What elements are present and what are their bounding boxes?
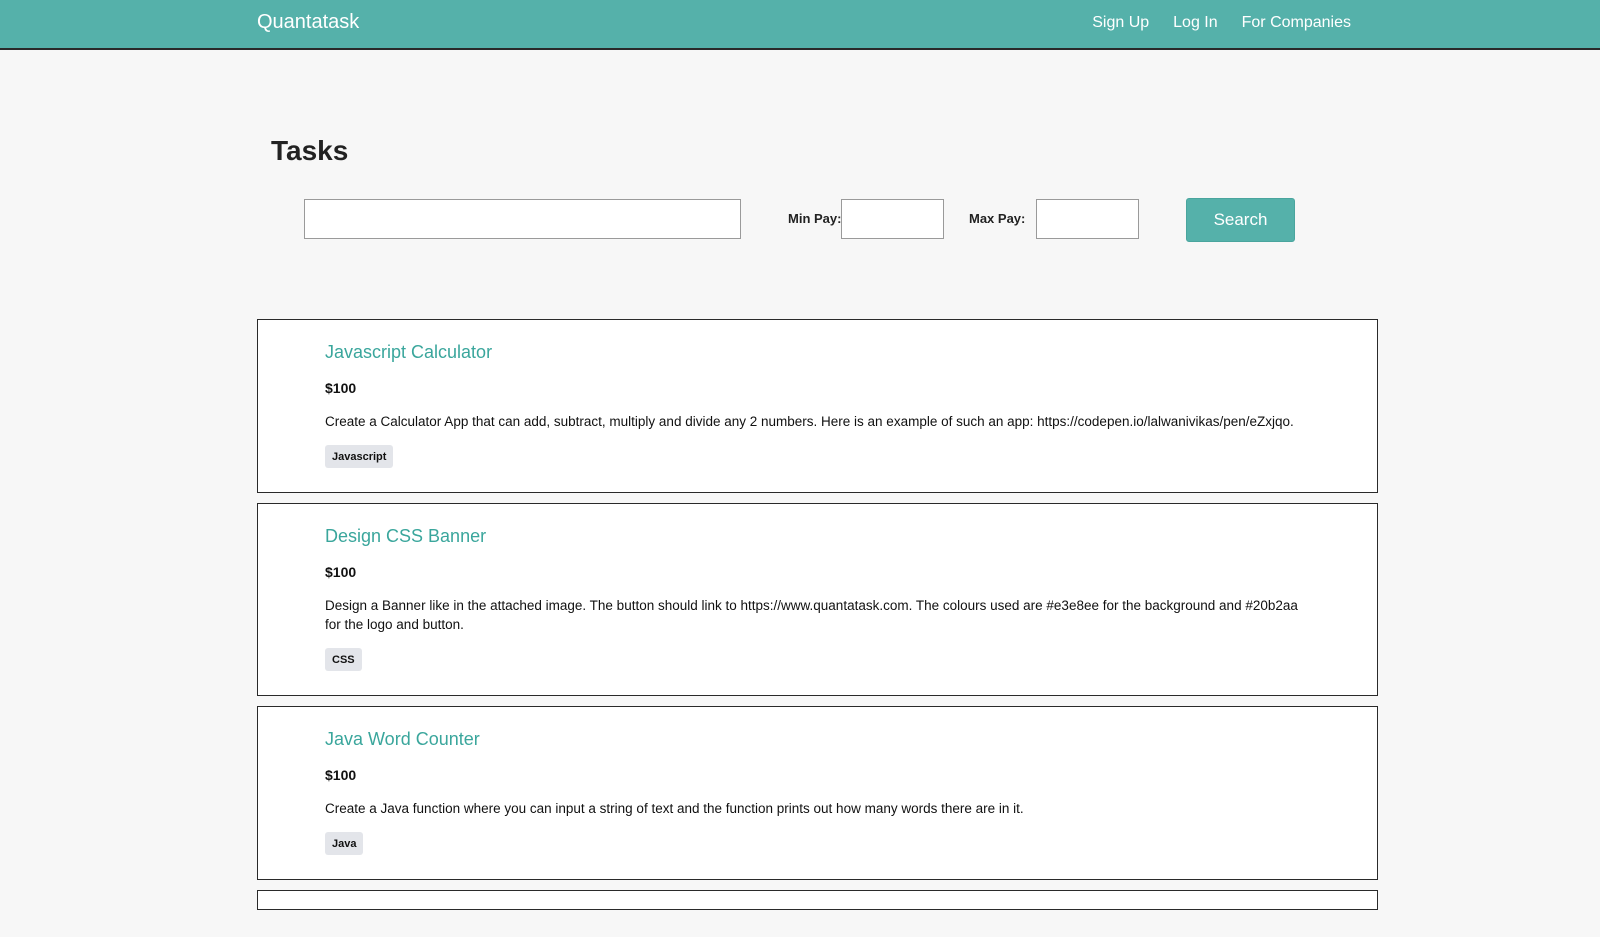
page-title: Tasks [271, 135, 349, 166]
skill-tag: CSS [325, 648, 362, 671]
task-description: Create a Java function where you can inp… [325, 801, 1024, 816]
task-card: Javascript Calculator $100 Create a Calc… [257, 319, 1378, 493]
task-card: Design CSS Banner $100 Design a Banner l… [257, 503, 1378, 696]
task-tags: Javascript [325, 445, 1309, 468]
task-title-link[interactable]: Design CSS Banner [325, 526, 486, 547]
task-description: Create a Calculator App that can add, su… [325, 414, 1294, 429]
skill-tag: Javascript [325, 445, 394, 468]
task-pay: $100 [325, 767, 357, 783]
task-title-link[interactable]: Javascript Calculator [325, 342, 492, 363]
max-pay-label: Max Pay: [969, 211, 1026, 226]
task-tags: Java [325, 832, 1309, 855]
sign-up-link[interactable]: Sign Up [1092, 14, 1149, 32]
top-navbar: Quantatask Sign Up Log In For Companies [0, 0, 1600, 50]
min-pay-input[interactable] [841, 199, 944, 239]
skill-tag: Java [325, 832, 364, 855]
task-tags: CSS [325, 648, 1309, 671]
min-pay-label: Min Pay: [788, 211, 842, 226]
brand-logo-link[interactable]: Quantatask [257, 11, 359, 34]
task-title-link[interactable]: Java Word Counter [325, 729, 480, 750]
task-card-partial [257, 890, 1378, 910]
log-in-link[interactable]: Log In [1173, 14, 1217, 32]
task-pay: $100 [325, 564, 357, 580]
max-pay-input[interactable] [1036, 199, 1139, 239]
task-pay: $100 [325, 380, 357, 396]
for-companies-link[interactable]: For Companies [1242, 14, 1351, 32]
task-description: Design a Banner like in the attached ima… [325, 598, 1298, 632]
task-card: Java Word Counter $100 Create a Java fun… [257, 706, 1378, 880]
search-input[interactable] [304, 199, 741, 239]
nav-links: Sign Up Log In For Companies [1092, 14, 1351, 32]
search-button[interactable]: Search [1186, 198, 1295, 242]
task-list: Javascript Calculator $100 Create a Calc… [257, 319, 1378, 920]
